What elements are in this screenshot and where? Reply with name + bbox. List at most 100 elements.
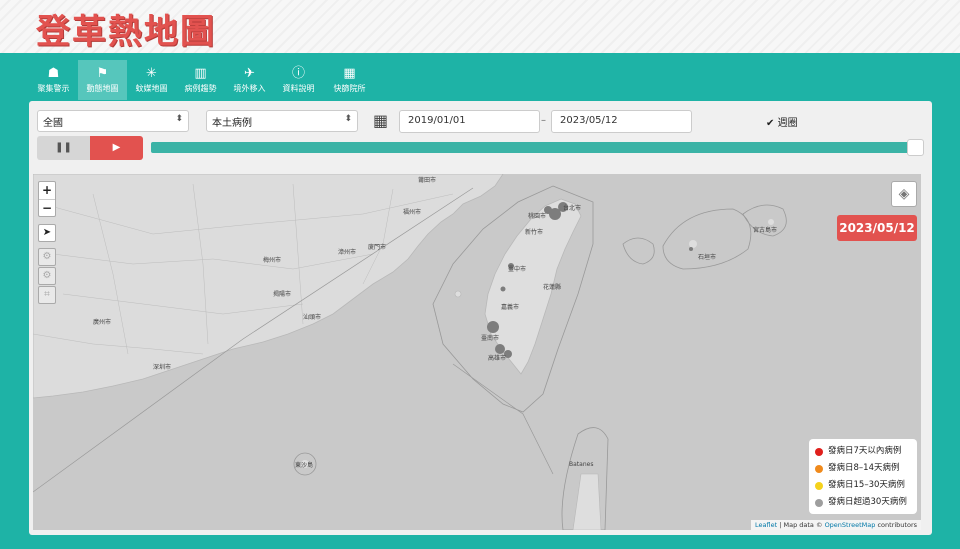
attribution-suffix: contributors	[875, 521, 917, 529]
legend-label: 發病日15–30天病例	[828, 480, 905, 490]
nav-label: 病例趨勢	[184, 84, 217, 93]
date-separator: –	[541, 115, 546, 126]
legend-dot-grey	[815, 498, 823, 507]
luzon-land	[572, 473, 602, 530]
zoom-in-button[interactable]: +	[39, 182, 55, 199]
region-select[interactable]: 全國 ⬍	[37, 110, 189, 132]
select-arrow-icon: ⬍	[175, 114, 183, 124]
crop-icon[interactable]: ⌗	[38, 286, 56, 304]
case-marker	[495, 344, 505, 354]
case-marker	[689, 247, 693, 251]
map-label: 宮古島市	[753, 226, 777, 234]
nav-item-rapid-test-clinics[interactable]: ▦ 快篩院所	[323, 60, 376, 100]
legend-label: 發病日超過30天病例	[828, 497, 907, 507]
nav-item-case-trend[interactable]: ▥ 病例趨勢	[176, 60, 225, 100]
case-type-select[interactable]: 本土病例 ⬍	[206, 110, 358, 132]
map-label: 梅州市	[263, 256, 281, 264]
flag-icon: ⚑	[96, 66, 109, 81]
check-icon: ✔	[766, 118, 775, 129]
header: 登革熱地圖	[0, 0, 960, 53]
map-label: 廈門市	[368, 243, 386, 251]
current-date-badge: 2023/05/12	[837, 215, 917, 241]
map-label: 嘉義市	[501, 303, 519, 311]
map-label: 福州市	[403, 208, 421, 216]
nav-item-mosquito-map[interactable]: ✳ 蚊媒地圖	[127, 60, 176, 100]
penghu-island	[454, 290, 462, 298]
settings-icon[interactable]: ⚙	[38, 248, 56, 266]
timeline-slider[interactable]	[151, 139, 924, 156]
case-marker	[500, 286, 506, 292]
map-label: 臺中市	[508, 265, 526, 273]
zoom-out-button[interactable]: −	[39, 199, 55, 216]
legend-item: 發病日7天以內病例	[815, 443, 911, 460]
pause-button[interactable]: ❚❚	[37, 136, 90, 160]
info-icon: ⓘ	[291, 66, 305, 81]
map-label: 台北市	[563, 204, 581, 212]
map-label: 石垣市	[698, 253, 716, 261]
app-title: 登革熱地圖	[36, 12, 216, 52]
nav-item-imported[interactable]: ✈ 境外移入	[225, 60, 274, 100]
map-label: 高雄市	[488, 354, 506, 362]
boundary-line	[452, 363, 554, 475]
nav-label: 動態地圖	[86, 84, 119, 93]
layers-icon[interactable]: ◈	[891, 181, 917, 207]
start-date-input[interactable]: 2019/01/01	[399, 110, 540, 133]
miyako-island	[768, 219, 774, 225]
legend-dot-yellow	[815, 481, 823, 490]
map-attribution: Leaflet | Map data © OpenStreetMap contr…	[751, 520, 921, 530]
gears-icon[interactable]: ⚙	[38, 267, 56, 285]
map-label: 揭陽市	[273, 290, 291, 298]
nav-label: 快篩院所	[333, 84, 366, 93]
map-label: 東沙島	[295, 461, 313, 469]
map-canvas[interactable]: 莆田市 福州市 廈門市 漳州市 台北市 桃園市 新竹市 臺中市 嘉義市 臺南市 …	[33, 174, 921, 530]
legend-label: 發病日8–14天病例	[828, 463, 900, 473]
locate-icon[interactable]: ➤	[38, 224, 56, 242]
legend-item: 發病日8–14天病例	[815, 460, 911, 477]
map-label: 桃園市	[528, 212, 546, 220]
map-label: 花蓮縣	[543, 283, 561, 291]
navbar: ☗ 聚集警示 ⚑ 動態地圖 ✳ 蚊媒地圖 ▥ 病例趨勢 ✈ 境外移入 ⓘ 資料說…	[29, 60, 376, 100]
slider-handle[interactable]	[907, 139, 924, 156]
map-label: 深圳市	[153, 363, 171, 371]
nav-label: 資料說明	[282, 84, 315, 93]
case-marker	[487, 321, 499, 333]
nav-item-dynamic-map[interactable]: ⚑ 動態地圖	[78, 60, 127, 100]
legend: 發病日7天以內病例 發病日8–14天病例 發病日15–30天病例 發病日超過30…	[809, 439, 917, 514]
group-icon: ☗	[47, 66, 60, 81]
chart-icon: ▥	[194, 66, 207, 81]
legend-dot-red	[815, 447, 823, 456]
leaflet-link[interactable]: Leaflet	[755, 521, 777, 529]
week-circle-checkbox[interactable]: ✔ 週圈	[766, 114, 798, 129]
map-label: 新竹市	[525, 228, 543, 236]
end-date-input[interactable]: 2023/05/12	[551, 110, 692, 133]
ishigaki-island	[689, 240, 697, 248]
checkbox-label: 週圈	[777, 118, 798, 129]
nav-label: 境外移入	[233, 84, 266, 93]
attribution-text: | Map data ©	[777, 521, 825, 529]
map-label: Batanes	[569, 461, 593, 468]
legend-item: 發病日15–30天病例	[815, 477, 911, 494]
map-label: 汕頭市	[303, 313, 321, 321]
osm-link[interactable]: OpenStreetMap	[825, 521, 876, 529]
nav-label: 聚集警示	[37, 84, 70, 93]
plane-icon: ✈	[244, 66, 255, 81]
nav-item-data-info[interactable]: ⓘ 資料說明	[274, 60, 323, 100]
main-panel: 全國 ⬍ 本土病例 ⬍ ▦ 2019/01/01 – 2023/05/12 ✔ …	[29, 101, 932, 535]
mainland-landmass	[33, 174, 504, 399]
legend-label: 發病日7天以內病例	[828, 446, 902, 456]
map-svg: 莆田市 福州市 廈門市 漳州市 台北市 桃園市 新竹市 臺中市 嘉義市 臺南市 …	[33, 174, 787, 530]
play-button[interactable]: ▶	[90, 136, 143, 160]
map-label: 莆田市	[418, 176, 436, 184]
map-label: 廣州市	[93, 318, 111, 326]
nav-item-cluster-alert[interactable]: ☗ 聚集警示	[29, 60, 78, 100]
map-label: 臺南市	[481, 334, 499, 342]
legend-dot-orange	[815, 464, 823, 473]
map-label: 漳州市	[338, 248, 356, 256]
hospital-icon: ▦	[343, 66, 356, 81]
select-arrow-icon: ⬍	[344, 114, 352, 124]
calendar-icon[interactable]: ▦	[373, 111, 388, 130]
zoom-control: + −	[38, 181, 56, 217]
region-select-value: 全國	[43, 118, 63, 129]
mosquito-icon: ✳	[146, 66, 157, 81]
nav-label: 蚊媒地圖	[135, 84, 168, 93]
